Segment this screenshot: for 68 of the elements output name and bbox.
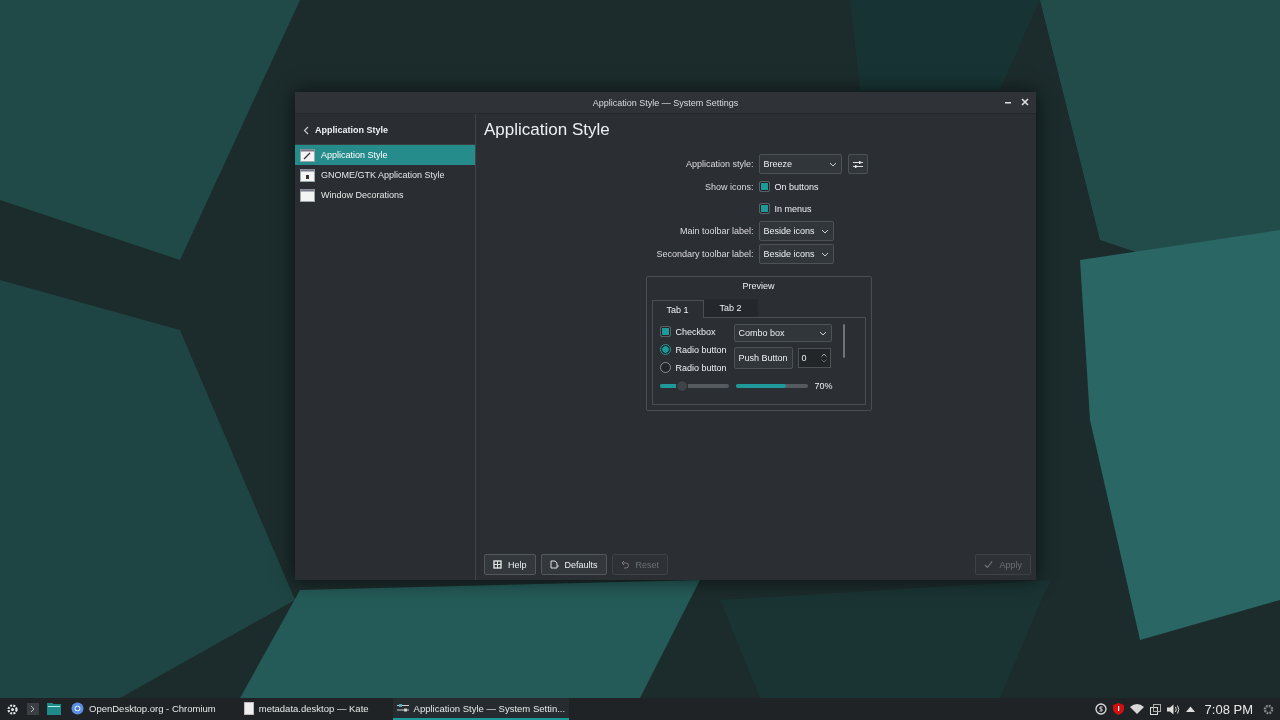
help-icon (493, 560, 502, 569)
chevron-down-icon (828, 161, 837, 167)
progress-reading: 70% (814, 381, 833, 391)
push-button[interactable]: Push Button (733, 347, 793, 369)
document-icon (243, 701, 254, 715)
slider[interactable] (659, 380, 729, 392)
caret-up-icon (1185, 706, 1195, 712)
tab[interactable]: Tab 2 (703, 299, 758, 317)
spin-box[interactable]: 0 (797, 348, 831, 368)
clock[interactable]: 7:08 PM (1204, 701, 1253, 717)
chevron-down-icon (818, 330, 827, 336)
checkbox-label: Checkbox (675, 326, 716, 337)
dropdown[interactable]: Combo box (733, 324, 832, 342)
shield-icon (1112, 703, 1124, 715)
configure-button[interactable] (847, 154, 868, 174)
slider-handle[interactable] (676, 380, 689, 392)
taskbar-task[interactable]: metadata.desktop — Kate (239, 698, 373, 720)
chevron-down-icon (820, 228, 829, 234)
document-icon (549, 560, 559, 569)
gear-icon (1263, 703, 1274, 715)
field-label: Application style: (685, 159, 754, 169)
chevron-down-icon (820, 251, 829, 257)
taskbar-task[interactable]: Application Style — System Settin... (392, 698, 570, 720)
undo-icon (620, 560, 630, 569)
circle-icon (1094, 703, 1107, 715)
preview-title: Preview (741, 281, 776, 293)
checkbox[interactable] (659, 326, 671, 337)
help-button[interactable]: Help (484, 554, 536, 575)
window-icon (300, 168, 315, 182)
field-label: Secondary toolbar label: (656, 249, 754, 259)
sliders-icon (852, 159, 863, 169)
radio-button[interactable] (659, 362, 671, 373)
checkbox-label: In menus (774, 203, 812, 214)
radio-button[interactable] (659, 344, 671, 355)
checkmark-icon (984, 560, 994, 569)
dropdown[interactable]: Beside icons (758, 221, 834, 241)
spin-arrows-icon (820, 353, 827, 363)
gear-icon (6, 702, 19, 716)
wifi-icon (1129, 704, 1144, 714)
close-icon (1021, 98, 1029, 106)
sidebar-item[interactable]: Application Style (295, 145, 475, 165)
terminal-icon (27, 703, 39, 715)
checkbox[interactable] (758, 181, 770, 192)
sliders-icon (396, 703, 409, 713)
window-title: Application Style — System Settings (592, 97, 739, 108)
radio-label: Radio button (675, 362, 727, 373)
sidebar-item[interactable]: GNOME/GTK Application Style (295, 165, 475, 185)
scrollbar[interactable] (842, 324, 845, 358)
checkbox-label: On buttons (774, 181, 819, 192)
window-icon (300, 188, 315, 202)
sidebar-item[interactable]: Window Decorations (295, 185, 475, 205)
dropdown[interactable]: Beside icons (758, 244, 834, 264)
radio-label: Radio button (675, 344, 727, 355)
folder-icon (47, 703, 61, 715)
dropdown[interactable]: Breeze (758, 154, 842, 174)
page-heading: Application Style (483, 119, 611, 141)
defaults-button[interactable]: Defaults (540, 554, 607, 575)
back-label: Application Style (315, 125, 388, 135)
tab[interactable]: Tab 1 (651, 300, 704, 318)
field-label: Main toolbar label: (679, 226, 754, 236)
windows-icon (1149, 703, 1161, 715)
volume-icon (1166, 703, 1180, 715)
window-icon (300, 148, 315, 162)
taskbar-task[interactable]: OpenDesktop.org - Chromium (67, 698, 220, 720)
field-label: Show icons: (704, 181, 754, 192)
close-button[interactable] (1020, 97, 1030, 107)
circle-icon (71, 701, 84, 715)
checkbox[interactable] (758, 203, 770, 214)
